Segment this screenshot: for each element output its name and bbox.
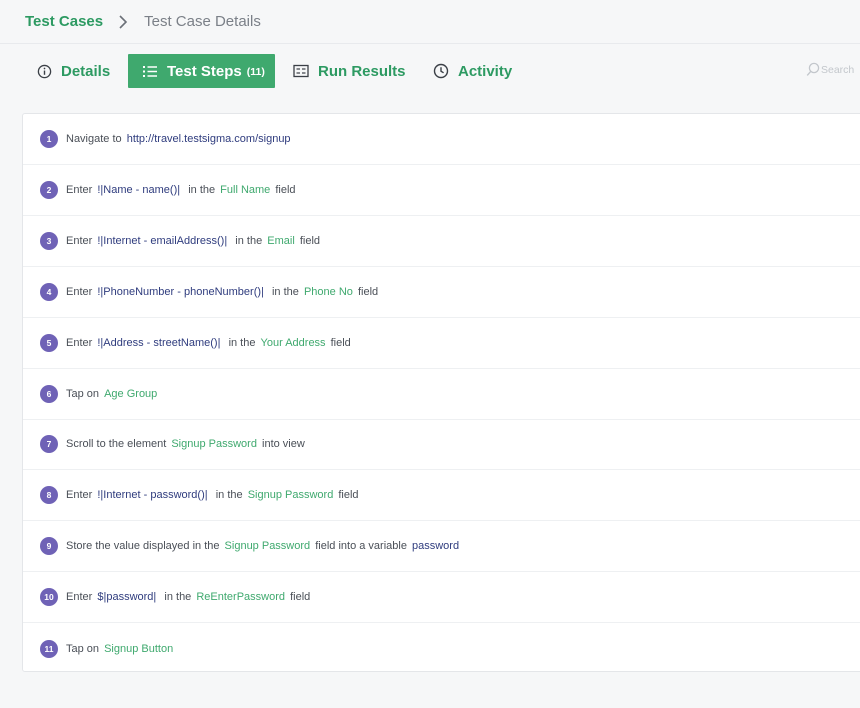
breadcrumb-test-cases-link[interactable]: Test Cases — [25, 13, 103, 30]
step-action-text: in the — [182, 183, 219, 196]
steps-count-badge: (11) — [246, 66, 265, 78]
step-element-name: Age Group — [104, 387, 158, 400]
step-number-badge: 4 — [40, 282, 58, 301]
step-element-name: Your Address — [260, 336, 326, 349]
step-test-data: !|Internet - emailAddress()| — [97, 234, 228, 247]
step-number-badge: 11 — [40, 639, 58, 658]
step-test-data: $|password| — [97, 591, 157, 604]
tab-bar: Details Test Steps (11) Run Results Acti… — [0, 54, 860, 88]
breadcrumb: Test Cases Test Case Details — [0, 0, 860, 44]
step-action-text: Enter — [66, 285, 96, 298]
step-action-text: field — [335, 489, 359, 502]
step-element-name: Phone No — [303, 285, 353, 298]
test-step-row[interactable]: 10 Enter $|password| in the ReEnterPasswo… — [23, 572, 860, 624]
step-action-text: Enter — [66, 336, 96, 349]
list-icon — [143, 65, 157, 77]
test-step-row[interactable]: 5 Enter !|Address - streetName()| in the … — [23, 318, 860, 369]
step-number-badge: 2 — [40, 180, 58, 199]
step-element-name: Full Name — [220, 183, 271, 196]
step-test-data: !|Internet - password()| — [97, 489, 208, 502]
breadcrumb-current-page: Test Case Details — [144, 13, 261, 30]
step-action-text: Enter — [66, 234, 96, 247]
step-action-text: field — [287, 591, 311, 604]
step-test-data: !|Address - streetName()| — [97, 336, 221, 349]
step-action-text: field — [354, 285, 379, 298]
test-step-row[interactable]: 11 Tap on Signup Button — [23, 623, 860, 674]
test-step-row[interactable]: 1 Navigate to http://travel.testsigma.com… — [23, 114, 860, 165]
tab-test-steps-label: Test Steps — [167, 62, 242, 80]
step-action-text: Enter — [66, 183, 96, 196]
step-action-text: Scroll to the element — [66, 438, 170, 451]
step-action-text: Tap on — [66, 387, 103, 400]
step-element-name: ReEnterPassword — [196, 591, 286, 604]
step-action-text: Store the value displayed in the — [66, 540, 223, 553]
step-action-text: field into a variable — [312, 540, 410, 553]
search-icon — [806, 62, 820, 76]
step-url-value: http://travel.testsigma.com/signup — [126, 133, 291, 145]
step-number-badge: 3 — [40, 231, 58, 250]
tab-run-results[interactable]: Run Results — [293, 54, 406, 88]
tab-test-steps[interactable]: Test Steps (11) — [128, 54, 275, 88]
step-element-name: Signup Password — [224, 540, 311, 553]
step-number-badge: 1 — [40, 130, 58, 148]
step-test-data: !|Name - name()| — [97, 183, 181, 196]
step-action-text: in the — [158, 591, 195, 604]
chevron-right-icon — [119, 14, 128, 29]
test-step-row[interactable]: 4 Enter !|PhoneNumber - phoneNumber()| in… — [23, 267, 860, 318]
step-element-name: Signup Button — [104, 642, 174, 655]
test-step-row[interactable]: 2 Enter !|Name - name()| in the Full Name… — [23, 165, 860, 216]
step-action-text: field — [327, 336, 351, 349]
step-action-text: Enter — [66, 591, 96, 604]
step-variable-name: password — [412, 540, 460, 553]
info-icon — [37, 64, 52, 78]
run-results-icon — [293, 64, 309, 78]
step-action-text: Navigate to — [66, 133, 125, 145]
tab-activity[interactable]: Activity — [433, 54, 512, 88]
search-box[interactable]: Search — [806, 62, 854, 77]
step-action-text: in the — [229, 234, 266, 247]
test-step-row[interactable]: 7 Scroll to the element Signup Password i… — [23, 419, 860, 471]
step-action-text: field — [272, 183, 296, 196]
step-action-text: in the — [209, 489, 246, 502]
tab-activity-label: Activity — [458, 62, 513, 80]
tab-details-label: Details — [61, 62, 111, 80]
step-action-text: Enter — [66, 489, 96, 502]
test-step-row[interactable]: 9 Store the value displayed in the Signup… — [23, 521, 860, 573]
test-step-row[interactable]: 6 Tap on Age Group — [23, 369, 860, 420]
tab-details[interactable]: Details — [37, 54, 110, 88]
clock-icon — [433, 63, 449, 79]
step-element-name: Signup Password — [171, 438, 257, 451]
test-step-row[interactable]: 8 Enter !|Internet - password()| in the S… — [23, 470, 860, 522]
step-number-badge: 6 — [40, 384, 58, 403]
search-input[interactable]: Search — [821, 64, 854, 76]
step-number-badge: 10 — [40, 588, 58, 607]
step-action-text: into view — [258, 438, 305, 451]
step-action-text: in the — [265, 285, 302, 298]
step-action-text: field — [296, 234, 321, 247]
step-element-name: Signup Password — [247, 489, 334, 502]
step-number-badge: 9 — [40, 537, 58, 556]
step-element-name: Email — [267, 234, 295, 247]
step-action-text: Tap on — [66, 642, 103, 655]
step-number-badge: 5 — [40, 333, 58, 352]
step-test-data: !|PhoneNumber - phoneNumber()| — [97, 285, 264, 298]
step-action-text: in the — [222, 336, 259, 349]
step-number-badge: 7 — [40, 435, 58, 454]
test-step-row[interactable]: 3 Enter !|Internet - emailAddress()| in t… — [23, 216, 860, 267]
test-steps-list: 1 Navigate to http://travel.testsigma.com… — [22, 113, 860, 672]
step-number-badge: 8 — [40, 486, 58, 505]
tab-run-results-label: Run Results — [318, 62, 406, 80]
